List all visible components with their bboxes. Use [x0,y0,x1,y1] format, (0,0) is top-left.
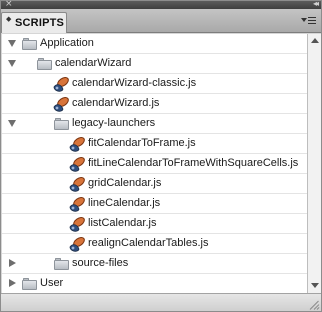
tree-row-application[interactable]: Application [2,34,307,54]
close-icon[interactable]: × [5,0,14,9]
panel-bottom-bar [1,293,321,311]
folder-icon [54,258,69,270]
scroll-down-arrow-icon[interactable] [311,283,319,288]
tree-row-script[interactable]: calendarWizard.js [2,94,307,114]
panel-tab-row: ◆ SCRIPTS [1,9,321,33]
tree-label: User [40,277,64,289]
folder-icon [22,38,37,50]
tree-label: fitLineCalendarToFrameWithSquareCells.js [88,157,299,169]
tree-row-calendarwizard[interactable]: calendarWizard [2,54,307,74]
script-icon [69,236,85,252]
tree-label: legacy-launchers [72,117,156,129]
tree-label: Application [40,37,94,49]
tree-label: lineCalendar.js [88,197,161,209]
tree-label: calendarWizard [55,57,132,69]
folder-icon [22,278,37,290]
disclosure-collapsed-icon[interactable] [9,259,16,267]
script-icon [69,216,85,232]
tab-expand-arrows-icon[interactable]: ◆ [6,16,11,23]
tree-row-script[interactable]: calendarWizard-classic.js [2,74,307,94]
tree-label: gridCalendar.js [88,177,162,189]
tab-scripts[interactable]: ◆ SCRIPTS [1,12,67,33]
panel-menu-icon[interactable] [301,14,317,28]
panel-top-strip: × ◂◂ [1,0,321,9]
tree-row-script[interactable]: fitLineCalendarToFrameWithSquareCells.js [2,154,307,174]
disclosure-expanded-icon[interactable] [8,120,16,127]
tree-row-script[interactable]: fitCalendarToFrame.js [2,134,307,154]
scripts-tree: Application calendarWizard calendarWizar… [2,34,307,293]
scripts-panel: × ◂◂ ◆ SCRIPTS Application calendarWizar… [0,0,322,312]
tree-label: realignCalendarTables.js [88,237,209,249]
tree-row-script[interactable]: gridCalendar.js [2,174,307,194]
script-icon [53,76,69,92]
tree-row-user[interactable]: User [2,274,307,294]
tree-label: fitCalendarToFrame.js [88,137,196,149]
tree-label: calendarWizard-classic.js [72,77,197,89]
vertical-scrollbar[interactable] [307,34,321,293]
tree-label: calendarWizard.js [72,97,160,109]
scroll-up-arrow-icon[interactable] [311,38,319,43]
resize-grip-icon[interactable] [309,299,320,310]
disclosure-collapsed-icon[interactable] [9,279,16,287]
collapse-panel-icon[interactable]: ◂◂ [313,0,319,8]
script-icon [53,96,69,112]
tab-scripts-label: SCRIPTS [15,17,65,29]
tree-row-script[interactable]: realignCalendarTables.js [2,234,307,254]
script-icon [69,156,85,172]
tree-row-script[interactable]: lineCalendar.js [2,194,307,214]
tree-label: source-files [72,257,129,269]
tree-row-source-files[interactable]: source-files [2,254,307,274]
tree-row-script[interactable]: listCalendar.js [2,214,307,234]
tree-label: listCalendar.js [88,217,157,229]
script-icon [69,136,85,152]
disclosure-expanded-icon[interactable] [8,40,16,47]
disclosure-expanded-icon[interactable] [8,60,16,67]
script-icon [69,196,85,212]
tree-row-legacy-launchers[interactable]: legacy-launchers [2,114,307,134]
script-icon [69,176,85,192]
folder-icon [54,118,69,130]
folder-icon [37,58,52,70]
